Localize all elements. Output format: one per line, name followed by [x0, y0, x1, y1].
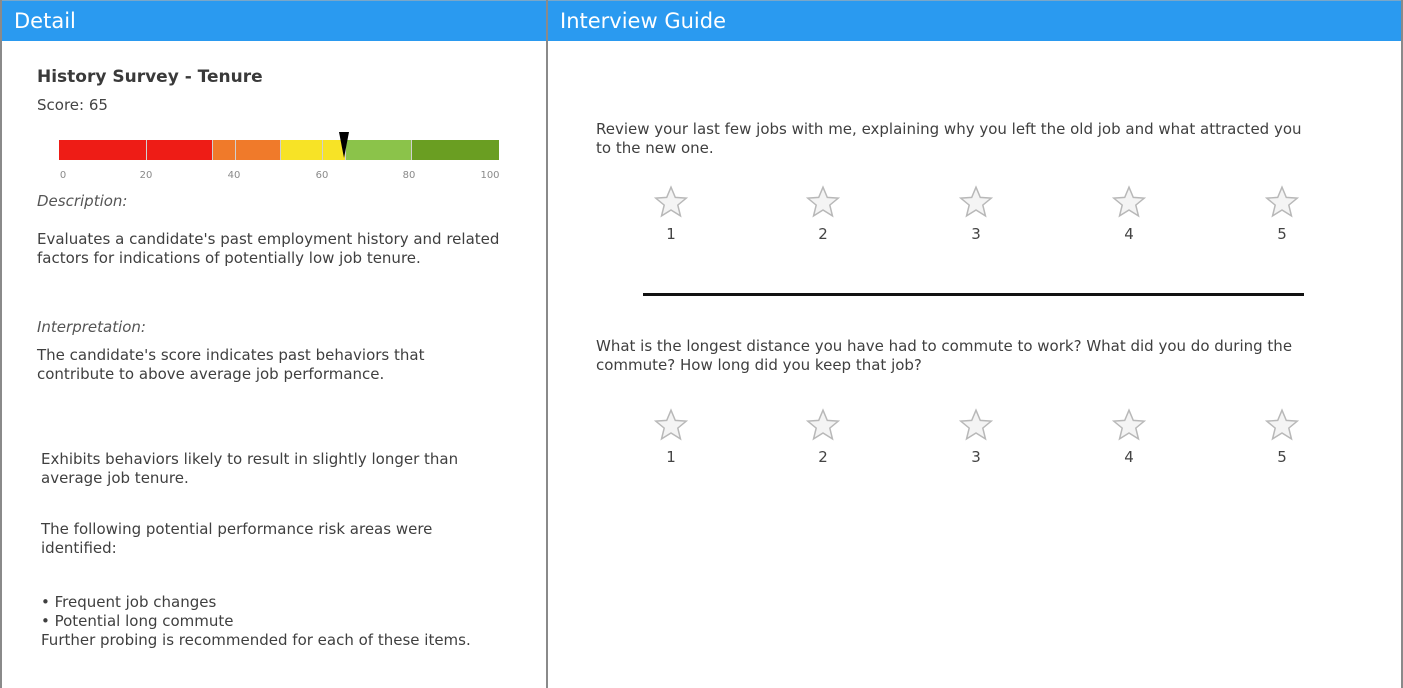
star-rating-number: 1 [666, 448, 676, 466]
star-rating-option[interactable]: 1 [641, 185, 701, 243]
gauge-tick: 100 [480, 170, 500, 181]
star-rating-number: 5 [1277, 225, 1287, 243]
description-text: Evaluates a candidate's past employment … [37, 230, 500, 267]
star-rating-option[interactable]: 1 [641, 408, 701, 466]
gauge-segment [146, 140, 213, 160]
score-gauge [59, 140, 500, 160]
risk-item: • Potential long commute [41, 612, 234, 630]
interpretation-label: Interpretation: [37, 318, 146, 336]
star-icon[interactable] [793, 185, 853, 219]
interview-question: Review your last few jobs with me, expla… [596, 120, 1302, 157]
star-rating-number: 4 [1124, 225, 1134, 243]
tenure-text: Exhibits behaviors likely to result in s… [41, 450, 459, 487]
description-label: Description: [37, 192, 128, 210]
risk-item: • Frequent job changes [41, 593, 217, 611]
interpretation-text: The candidate's score indicates past beh… [37, 346, 425, 383]
survey-title: History Survey - Tenure [37, 67, 263, 87]
star-icon[interactable] [946, 185, 1006, 219]
star-rating-number: 4 [1124, 448, 1134, 466]
gauge-segment [411, 140, 500, 160]
star-rating-number: 3 [971, 225, 981, 243]
star-rating-number: 3 [971, 448, 981, 466]
star-rating-option[interactable]: 3 [946, 185, 1006, 243]
star-icon[interactable] [641, 185, 701, 219]
detail-header: Detail [2, 0, 546, 41]
gauge-segment [279, 140, 323, 160]
interview-question: What is the longest distance you have ha… [596, 337, 1293, 374]
gauge-tick: 40 [227, 170, 241, 181]
interview-guide-header: Interview Guide [548, 0, 1401, 41]
star-rating-number: 5 [1277, 448, 1287, 466]
gauge-tick: 60 [315, 170, 329, 181]
score-marker-icon [339, 132, 349, 158]
probing-text: Further probing is recommended for each … [41, 631, 471, 649]
star-icon[interactable] [1099, 408, 1159, 442]
gauge-tick: 20 [139, 170, 153, 181]
star-icon[interactable] [1099, 185, 1159, 219]
gauge-segment [212, 140, 235, 160]
gauge-tick: 80 [402, 170, 416, 181]
gauge-segment [59, 140, 146, 160]
question-divider [643, 293, 1304, 296]
score-label: Score: 65 [37, 96, 108, 114]
star-rating-option[interactable]: 4 [1099, 408, 1159, 466]
gauge-tick: 0 [59, 170, 67, 181]
star-icon[interactable] [1252, 185, 1312, 219]
star-icon[interactable] [641, 408, 701, 442]
gauge-segment [235, 140, 280, 160]
gauge-segment [344, 140, 412, 160]
star-rating-option[interactable]: 4 [1099, 185, 1159, 243]
star-rating-number: 2 [818, 225, 828, 243]
star-icon[interactable] [793, 408, 853, 442]
star-rating-option[interactable]: 3 [946, 408, 1006, 466]
star-rating-option[interactable]: 2 [793, 185, 853, 243]
risk-intro-text: The following potential performance risk… [41, 520, 433, 557]
star-rating-number: 2 [818, 448, 828, 466]
star-rating-option[interactable]: 5 [1252, 185, 1312, 243]
detail-panel: Detail History Survey - Tenure Score: 65… [0, 0, 548, 688]
star-icon[interactable] [946, 408, 1006, 442]
star-icon[interactable] [1252, 408, 1312, 442]
star-rating-option[interactable]: 5 [1252, 408, 1312, 466]
star-rating-option[interactable]: 2 [793, 408, 853, 466]
star-rating-number: 1 [666, 225, 676, 243]
